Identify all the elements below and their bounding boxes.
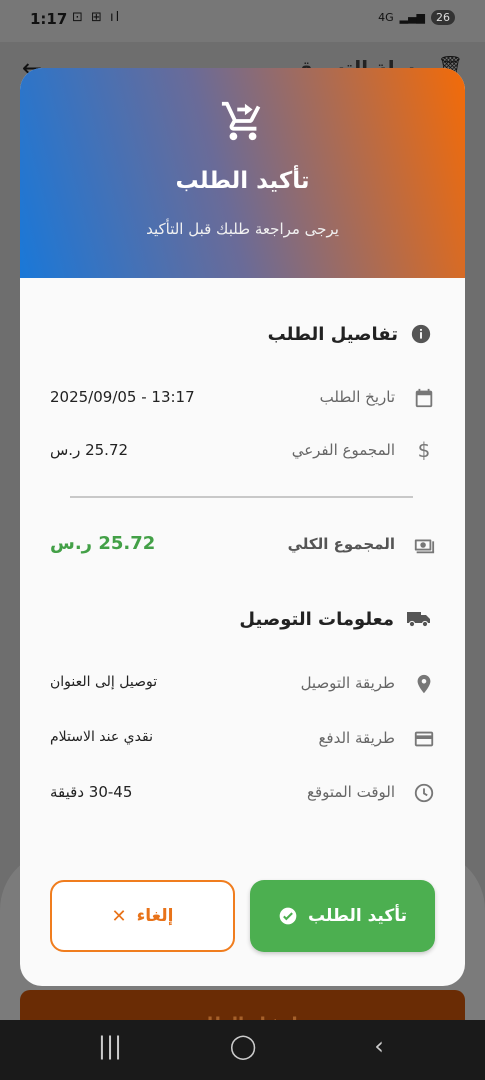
network-label: 4G <box>378 11 394 24</box>
order-details-title: تفاصيل الطلب <box>268 323 432 345</box>
delivery-method-label: طريقة التوصيل <box>300 674 395 692</box>
order-confirmation-dialog: تأكيد الطلب يرجى مراجعة طلبك قبل التأكيد… <box>20 68 465 986</box>
delivery-info-label: معلومات التوصيل <box>239 608 394 630</box>
calendar-icon <box>415 388 433 408</box>
subtotal-label: المجموع الفرعي <box>291 441 395 459</box>
payment-method-row: طريقة الدفع نقدي عند الاستلام <box>50 724 435 754</box>
expected-time-row: الوقت المتوقع 30-45 دقيقة <box>50 778 435 808</box>
money-icon <box>414 539 435 554</box>
clock-icon <box>414 783 434 803</box>
credit-card-icon <box>414 731 434 747</box>
total-row: المجموع الكلي 25.72 ر.س <box>50 530 435 560</box>
order-date-row: تاريخ الطلب 2025/09/05 - 13:17 <box>50 383 435 413</box>
delivery-method-row: طريقة التوصيل توصيل إلى العنوان <box>50 669 435 699</box>
delivery-method-value: توصيل إلى العنوان <box>50 674 158 690</box>
cart-arrow-icon <box>221 101 261 141</box>
total-value: 25.72 ر.س <box>50 533 156 554</box>
dialog-subtitle: يرجى مراجعة طلبك قبل التأكيد <box>146 220 339 238</box>
subtotal-value: 25.72 ر.س <box>50 441 129 459</box>
signal-icon: ▂▄▆ <box>399 11 425 24</box>
order-details-label: تفاصيل الطلب <box>267 323 398 345</box>
notification-icons: ⊡ ⊞ ıl <box>72 10 122 25</box>
status-right: 4G ▂▄▆ 26 <box>378 10 455 25</box>
system-nav-bar: ||| ◯ ‹ <box>0 1020 485 1080</box>
payment-method-label: طريقة الدفع <box>318 729 395 747</box>
check-circle-icon <box>279 907 297 925</box>
status-bar: 1:17 ⊡ ⊞ ıl 4G ▂▄▆ 26 <box>0 0 485 42</box>
status-time: 1:17 <box>30 10 68 28</box>
cancel-button[interactable]: إلغاء ✕ <box>50 880 235 952</box>
order-date-label: تاريخ الطلب <box>319 388 395 406</box>
divider <box>70 496 413 498</box>
payment-method-value: نقدي عند الاستلام <box>50 729 153 745</box>
info-icon <box>411 324 431 344</box>
recent-apps-icon[interactable]: ||| <box>95 1032 125 1062</box>
delivery-info-title: معلومات التوصيل <box>239 608 432 630</box>
battery-icon: 26 <box>431 10 455 25</box>
subtotal-row: $ المجموع الفرعي 25.72 ر.س <box>50 436 435 466</box>
total-label: المجموع الكلي <box>287 535 395 553</box>
order-date-value: 2025/09/05 - 13:17 <box>50 388 195 406</box>
home-icon[interactable]: ◯ <box>228 1032 258 1062</box>
close-icon: ✕ <box>111 905 127 927</box>
location-pin-icon <box>417 674 431 694</box>
dollar-icon: $ <box>417 438 431 462</box>
dialog-header: تأكيد الطلب يرجى مراجعة طلبك قبل التأكيد <box>20 68 465 278</box>
expected-time-label: الوقت المتوقع <box>307 783 395 801</box>
dialog-title: تأكيد الطلب <box>175 168 310 194</box>
back-icon[interactable]: ‹ <box>364 1032 394 1062</box>
expected-time-value: 30-45 دقيقة <box>50 783 133 801</box>
confirm-order-button[interactable]: تأكيد الطلب <box>250 880 435 952</box>
truck-icon <box>407 612 430 628</box>
cancel-button-label: إلغاء <box>136 906 174 926</box>
confirm-order-label: تأكيد الطلب <box>307 906 408 926</box>
